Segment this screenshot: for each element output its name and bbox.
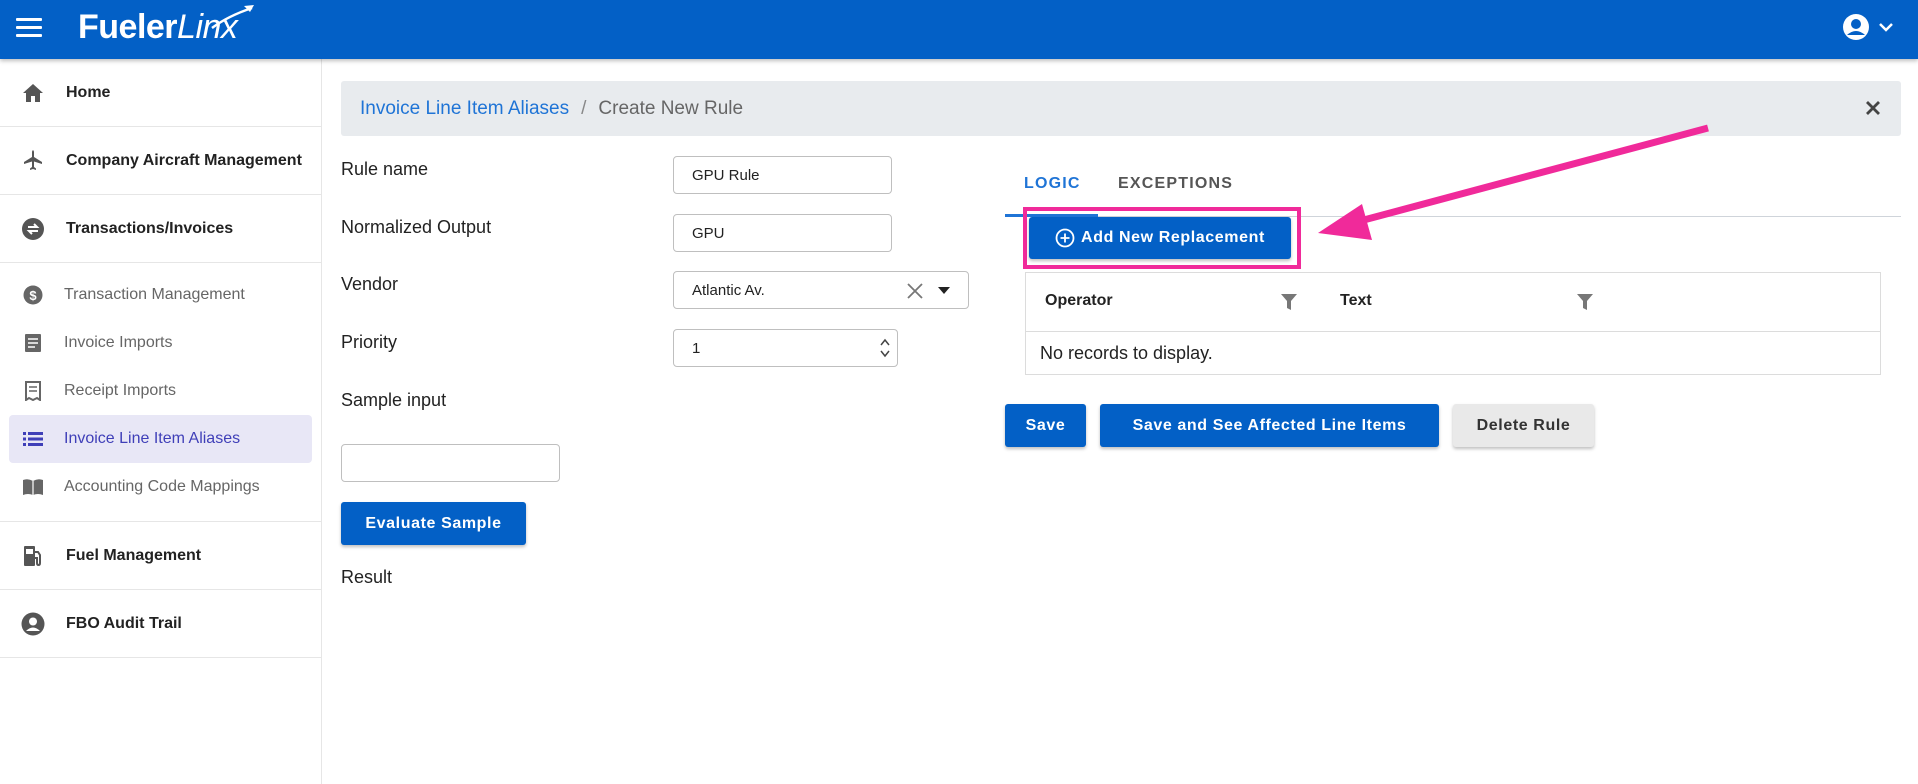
tab-exceptions[interactable]: EXCEPTIONS <box>1118 175 1233 193</box>
grid-header: Operator Text <box>1026 273 1880 332</box>
logo-main-text: Fueler <box>78 8 178 46</box>
sidebar-item-label: Home <box>66 83 111 101</box>
breadcrumb-separator: / <box>581 97 587 119</box>
save-button[interactable]: Save <box>1005 404 1086 447</box>
annotation-arrow <box>1318 124 1709 240</box>
sample-input-label: Sample input <box>341 390 447 410</box>
airplane-icon <box>20 148 46 174</box>
sidebar-item-accounting-code-mappings[interactable]: Accounting Code Mappings <box>9 463 312 511</box>
sidebar-item-home[interactable]: Home <box>0 59 321 127</box>
priority-stepper[interactable]: 1 <box>673 329 898 367</box>
book-icon <box>22 476 44 498</box>
normalized-output-label: Normalized Output <box>341 217 492 237</box>
add-new-replacement-button[interactable]: Add New Replacement <box>1029 217 1291 259</box>
vendor-selected-value: Atlantic Av. <box>692 281 765 299</box>
filter-icon[interactable] <box>1576 292 1594 312</box>
empty-message: No records to display. <box>1040 343 1213 363</box>
sidebar-item-transaction-management[interactable]: $ Transaction Management <box>9 271 312 319</box>
tab-logic[interactable]: LOGIC <box>1024 175 1081 193</box>
normalized-output-input[interactable]: GPU <box>673 214 892 252</box>
account-menu[interactable] <box>1842 13 1894 41</box>
receipt-icon <box>22 380 44 402</box>
priority-value: 1 <box>692 339 701 357</box>
evaluate-sample-button[interactable]: Evaluate Sample <box>341 502 526 545</box>
result-label: Result <box>341 567 393 587</box>
rule-name-input[interactable]: GPU Rule <box>673 156 892 194</box>
home-icon <box>20 80 46 106</box>
top-app-bar: FuelerLinx <box>0 0 1918 59</box>
column-header-text[interactable]: Text <box>1340 292 1372 310</box>
sidebar-item-label: Accounting Code Mappings <box>64 478 260 495</box>
account-circle-icon <box>1843 14 1869 40</box>
swap-icon <box>20 216 46 242</box>
add-circle-icon <box>1055 228 1075 248</box>
sidebar-item-transactions[interactable]: Transactions/Invoices <box>0 195 321 263</box>
vendor-select[interactable]: Atlantic Av. <box>673 271 969 309</box>
fuel-pump-icon <box>20 543 46 569</box>
add-new-replacement-label: Add New Replacement <box>1081 229 1265 246</box>
transactions-submenu: $ Transaction Management Invoice Imports… <box>0 263 321 522</box>
svg-text:$: $ <box>29 288 37 303</box>
sample-input-field[interactable] <box>341 444 560 482</box>
dropdown-caret-icon[interactable] <box>938 287 950 295</box>
document-icon <box>22 332 44 354</box>
replacements-grid: Operator Text No records to display. <box>1025 272 1881 375</box>
sidebar-item-label: FBO Audit Trail <box>66 614 182 632</box>
delete-rule-button[interactable]: Delete Rule <box>1453 404 1594 447</box>
sidebar-item-label: Invoice Line Item Aliases <box>64 430 241 447</box>
sidebar-item-label: Transactions/Invoices <box>66 219 234 237</box>
chevron-down-icon <box>1879 23 1893 32</box>
close-icon[interactable] <box>1863 98 1883 118</box>
sidebar-item-fuel-management[interactable]: Fuel Management <box>0 522 321 590</box>
sidebar-item-invoice-imports[interactable]: Invoice Imports <box>9 319 312 367</box>
priority-label: Priority <box>341 332 398 352</box>
stepper-arrows-icon[interactable] <box>879 337 891 359</box>
save-and-see-affected-button[interactable]: Save and See Affected Line Items <box>1100 404 1439 447</box>
filter-icon[interactable] <box>1280 292 1298 312</box>
sidebar-item-company-aircraft[interactable]: Company Aircraft Management <box>0 127 321 195</box>
clear-icon[interactable] <box>906 282 924 300</box>
vendor-label: Vendor <box>341 274 399 294</box>
plane-logo-icon <box>211 5 254 30</box>
breadcrumb-current: Create New Rule <box>598 97 744 119</box>
sidebar-item-receipt-imports[interactable]: Receipt Imports <box>9 367 312 415</box>
sidebar-item-label: Receipt Imports <box>64 382 177 399</box>
rule-name-label: Rule name <box>341 159 429 179</box>
sidebar-item-label: Transaction Management <box>64 286 245 303</box>
list-icon <box>22 428 44 450</box>
breadcrumb-parent-link[interactable]: Invoice Line Item Aliases <box>360 98 569 120</box>
column-header-operator[interactable]: Operator <box>1045 292 1113 310</box>
sidebar-item-label: Fuel Management <box>66 546 202 564</box>
sidebar: Home Company Aircraft Management Transac… <box>0 59 322 784</box>
sidebar-item-label: Invoice Imports <box>64 334 173 351</box>
sidebar-item-label: Company Aircraft Management <box>66 151 302 169</box>
person-circle-icon <box>20 611 46 637</box>
sidebar-item-fbo-audit-trail[interactable]: FBO Audit Trail <box>0 590 321 658</box>
dollar-icon: $ <box>22 284 44 306</box>
menu-icon[interactable] <box>16 18 42 40</box>
sidebar-item-invoice-line-item-aliases[interactable]: Invoice Line Item Aliases <box>9 415 312 463</box>
